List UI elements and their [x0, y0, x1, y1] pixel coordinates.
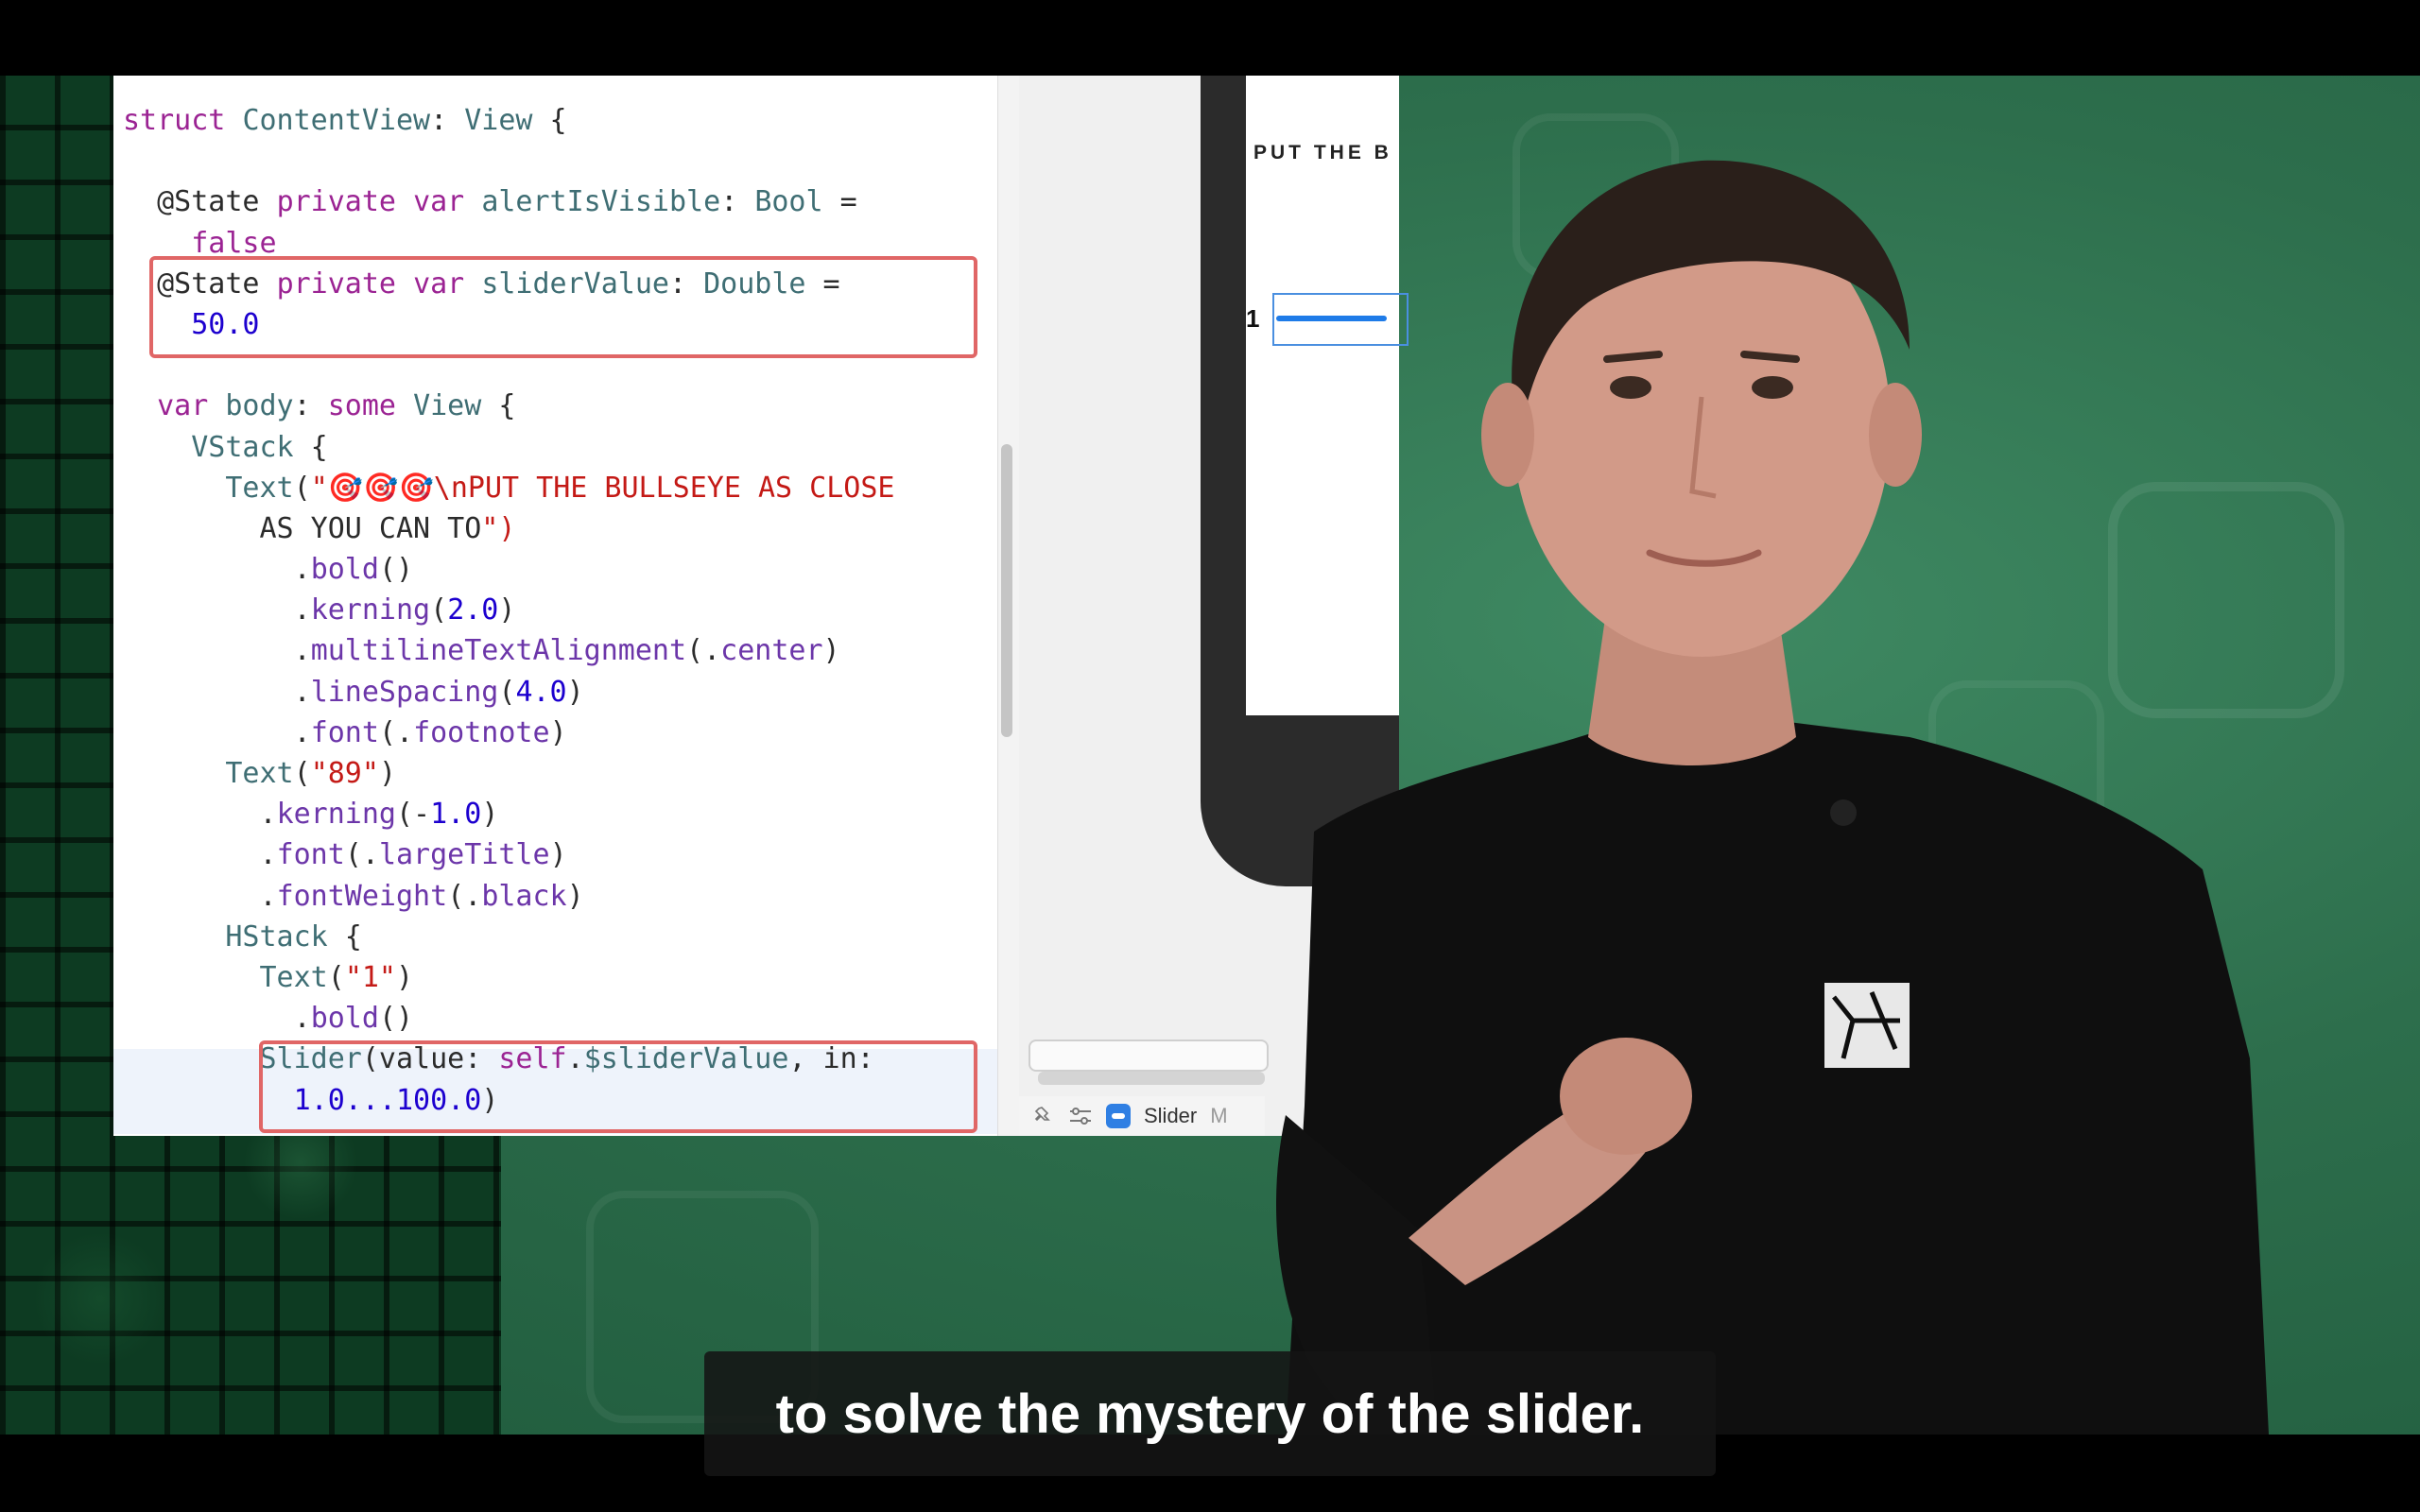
- code-line[interactable]: Text("🎯🎯🎯\nPUT THE BULLSEYE AS CLOSE: [123, 468, 894, 508]
- code-line[interactable]: AS YOU CAN TO"): [123, 508, 894, 549]
- slider-control-icon: [1106, 1104, 1131, 1128]
- code-line[interactable]: .fontWeight(.black): [123, 876, 894, 917]
- code-line[interactable]: VStack {: [123, 427, 894, 468]
- selected-element-label[interactable]: Slider: [1144, 1104, 1197, 1128]
- pin-icon[interactable]: [1034, 1106, 1055, 1126]
- code-line[interactable]: var body: some View {: [123, 386, 894, 426]
- code-line[interactable]: .font(.footnote): [123, 713, 894, 753]
- code-line[interactable]: .bold(): [123, 549, 894, 590]
- adjust-icon[interactable]: [1068, 1106, 1093, 1126]
- code-line[interactable]: .font(.largeTitle): [123, 834, 894, 875]
- code-line[interactable]: HStack {: [123, 917, 894, 957]
- code-editor[interactable]: struct ContentView: View { @State privat…: [113, 76, 997, 1136]
- shirt-logo-icon: [1824, 983, 1910, 1068]
- presenter-figure: [1276, 160, 2269, 1435]
- highlight-slider-call: [259, 1040, 977, 1133]
- code-line[interactable]: Text("89"): [123, 753, 894, 794]
- code-line[interactable]: .lineSpacing(4.0): [123, 672, 894, 713]
- code-line[interactable]: struct ContentView: View {: [123, 100, 894, 141]
- video-caption: to solve the mystery of the slider.: [704, 1351, 1716, 1476]
- swift-source-code[interactable]: struct ContentView: View { @State privat…: [123, 100, 894, 1121]
- code-scrollbar-thumb[interactable]: [1001, 444, 1012, 737]
- black-tshirt: [1286, 718, 2269, 1435]
- code-line[interactable]: Text("1"): [123, 957, 894, 998]
- hand: [1560, 1038, 1692, 1155]
- code-line[interactable]: .bold(): [123, 998, 894, 1039]
- letterbox-top: [0, 0, 2420, 76]
- code-line[interactable]: [123, 141, 894, 181]
- code-line[interactable]: .multilineTextAlignment(.center): [123, 630, 894, 671]
- code-line[interactable]: .kerning(-1.0): [123, 794, 894, 834]
- code-line[interactable]: .kerning(2.0): [123, 590, 894, 630]
- code-line[interactable]: @State private var alertIsVisible: Bool …: [123, 181, 894, 222]
- highlight-slider-value-state: [149, 256, 977, 358]
